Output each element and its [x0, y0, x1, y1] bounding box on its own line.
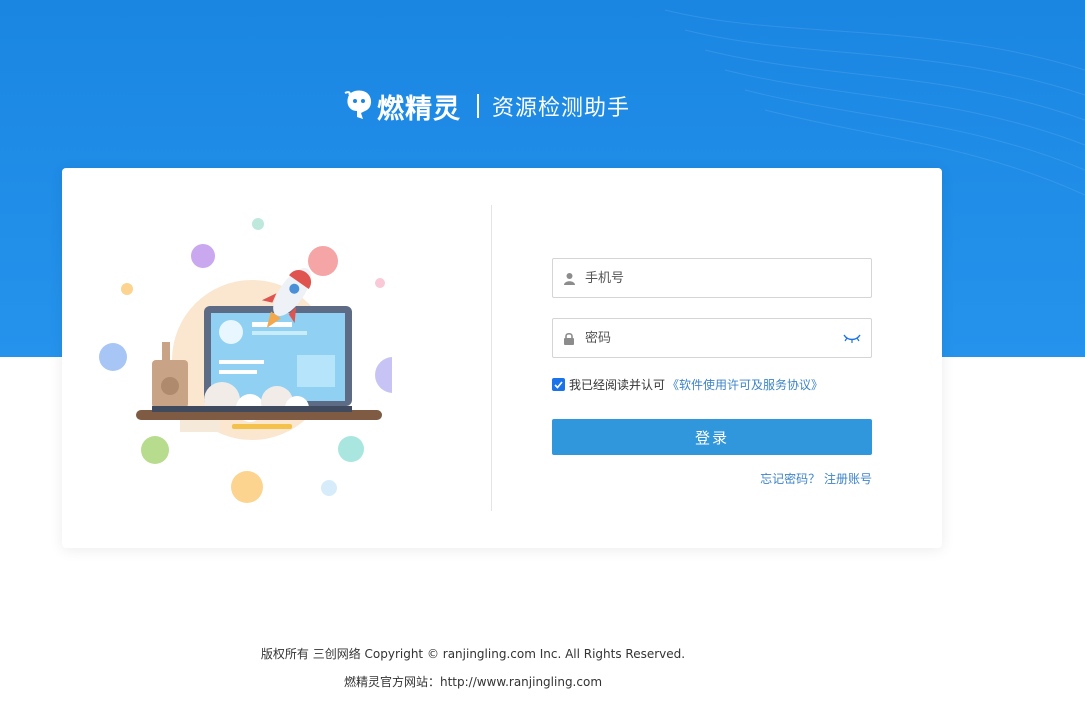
laptop-rocket-illustration — [99, 218, 392, 503]
phone-field[interactable] — [552, 258, 872, 298]
footer-copyright: 版权所有 三创网络 Copyright © ranjingling.com In… — [260, 647, 686, 661]
login-card: 我已经阅读并认可 《软件使用许可及服务协议》 登录 忘记密码？ 注册账号 — [62, 168, 942, 548]
agree-text: 我已经阅读并认可 — [569, 378, 666, 392]
eye-closed-icon[interactable] — [833, 319, 871, 357]
brand-subtitle: 资源检测助手 — [492, 96, 631, 121]
card-divider — [491, 205, 492, 511]
register-link[interactable]: 注册账号 — [824, 472, 872, 486]
agreement-link[interactable]: 《软件使用许可及服务协议》 — [667, 376, 823, 393]
lock-icon — [553, 319, 585, 357]
forgot-password-link[interactable]: 忘记密码？ — [760, 472, 820, 486]
agree-checkbox[interactable] — [552, 378, 565, 391]
agreement-row: 我已经阅读并认可 《软件使用许可及服务协议》 — [552, 376, 823, 393]
password-input[interactable] — [585, 320, 833, 356]
footer-website: 燃精灵官方网站：http://www.ranjingling.com — [343, 675, 603, 689]
brand-separator — [477, 94, 479, 118]
password-field[interactable] — [552, 318, 872, 358]
mascot-logo-icon — [344, 90, 372, 119]
brand-header: 燃精灵 资源检测助手 — [343, 86, 630, 126]
phone-input[interactable] — [585, 260, 871, 296]
brand-name: 燃精灵 — [377, 93, 461, 125]
login-button[interactable]: 登录 — [552, 419, 872, 455]
user-icon — [553, 259, 585, 297]
account-links: 忘记密码？ 注册账号 — [552, 470, 872, 487]
